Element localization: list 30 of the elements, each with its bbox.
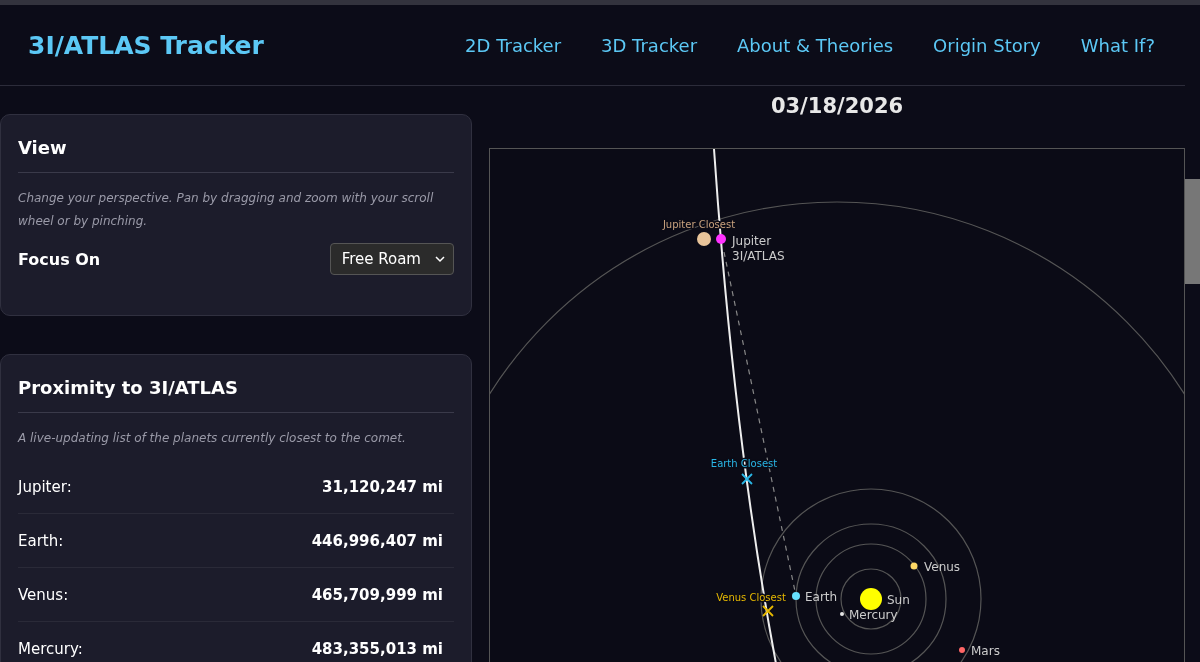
nav-link[interactable]: 3D Tracker: [601, 34, 698, 56]
planet-name: Mercury:: [18, 639, 83, 658]
body-label: 3I/ATLAS: [732, 249, 785, 263]
planet-distance: 483,355,013 mi: [311, 639, 443, 658]
card-description: A live-updating list of the planets currently closest to the comet.: [18, 430, 407, 447]
focus-label: Focus On: [18, 249, 101, 269]
nav-link[interactable]: 2D Tracker: [465, 34, 562, 56]
card-title: View: [18, 137, 454, 173]
planet-distance: 31,120,247 mi: [322, 477, 443, 496]
date-display: 03/18/2026: [769, 93, 905, 120]
nav-link[interactable]: About & Theories: [737, 34, 894, 56]
body-label: Jupiter: [732, 234, 772, 248]
body-label: Mars: [971, 644, 1000, 658]
body-label: Venus: [924, 560, 961, 574]
site-title: 3I/ATLAS Tracker: [28, 30, 264, 60]
nav-link[interactable]: Origin Story: [933, 34, 1041, 56]
card-title: Proximity to 3I/ATLAS: [18, 377, 454, 413]
planet-name: Jupiter:: [18, 477, 72, 496]
planet-name: Earth:: [18, 531, 64, 550]
chevron-icon: [435, 255, 445, 263]
nav-link[interactable]: What If?: [1080, 34, 1155, 56]
planet-distance: 446,996,407 mi: [311, 531, 443, 550]
planet-distance: 465,709,999 mi: [311, 585, 443, 604]
body-label: Sun: [887, 593, 910, 607]
scrollbar-thumb[interactable]: [1185, 179, 1200, 284]
body-label: Mercury: [849, 608, 898, 622]
planet-name: Venus:: [18, 585, 69, 604]
focus-select[interactable]: Free Roam: [329, 243, 454, 275]
body-label: Earth: [805, 590, 838, 604]
card-description: Change your perspective. Pan by dragging and zoom with your scroll wheel or by pinching.: [18, 190, 435, 230]
